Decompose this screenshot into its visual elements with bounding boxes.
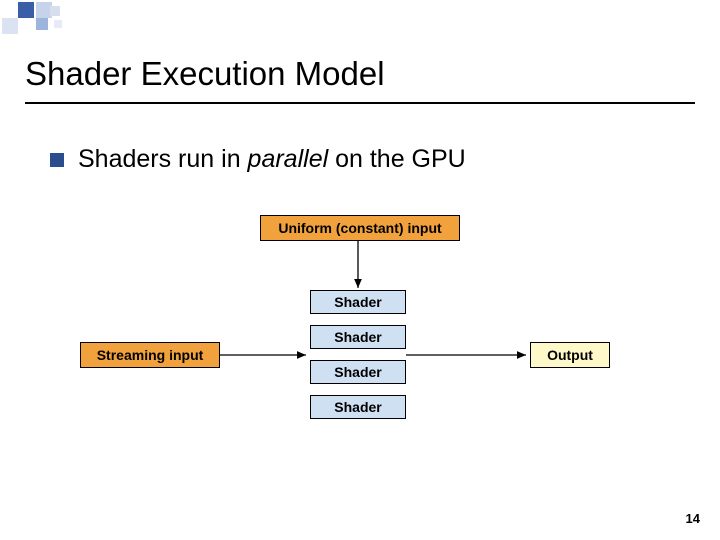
streaming-input-box: Streaming input <box>80 342 220 368</box>
shader-box-3: Shader <box>310 360 406 384</box>
arrows <box>0 0 720 540</box>
output-box: Output <box>530 342 610 368</box>
diagram: Uniform (constant) input Shader Shader S… <box>0 0 720 540</box>
shader-box-1: Shader <box>310 290 406 314</box>
shader-box-4: Shader <box>310 395 406 419</box>
shader-box-2: Shader <box>310 325 406 349</box>
page-number: 14 <box>686 511 700 526</box>
uniform-input-box: Uniform (constant) input <box>260 215 460 241</box>
